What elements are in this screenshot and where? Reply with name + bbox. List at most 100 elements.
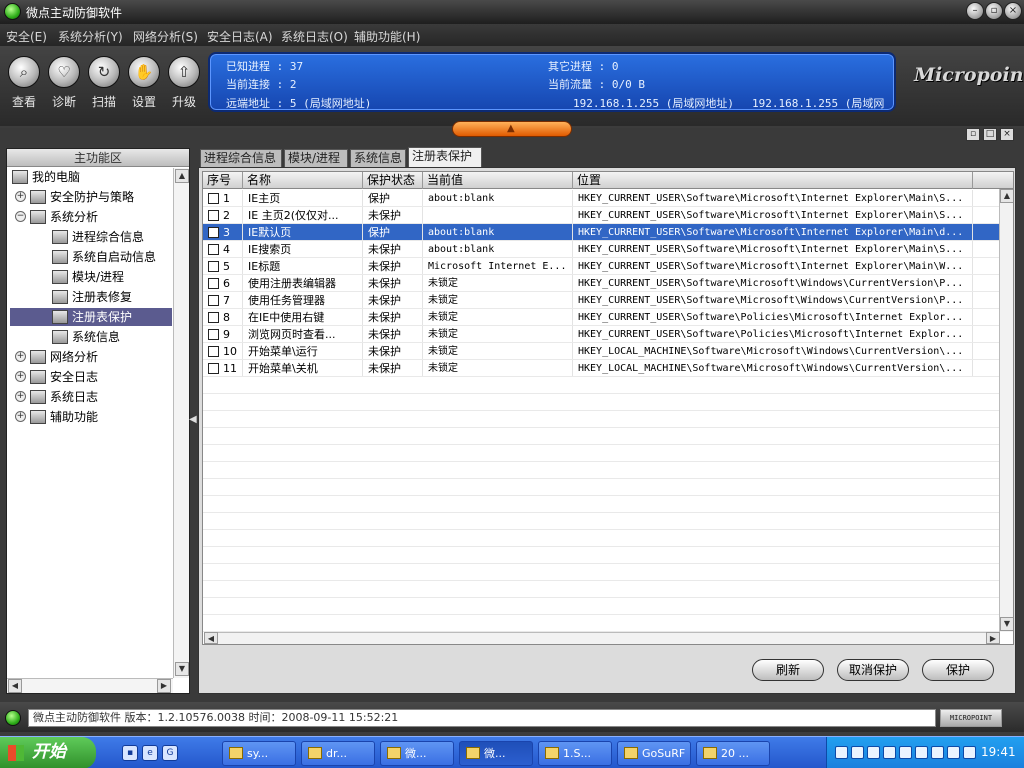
- panel-restore-button[interactable]: ▫: [966, 128, 980, 141]
- maximize-button[interactable]: ▫: [985, 2, 1003, 20]
- tree-item-system-info[interactable]: 系统信息: [10, 328, 172, 346]
- row-checkbox[interactable]: [208, 346, 219, 357]
- scroll-down-arrow-icon[interactable]: ▼: [1000, 617, 1013, 631]
- table-vertical-scrollbar[interactable]: ▲ ▼: [999, 189, 1013, 632]
- scan-tool[interactable]: ↻ 扫描: [85, 56, 123, 110]
- panel-close-button[interactable]: ×: [1000, 128, 1014, 141]
- scroll-up-arrow-icon[interactable]: ▲: [1000, 189, 1013, 203]
- taskbar-task[interactable]: 20 ...: [696, 741, 770, 766]
- collapse-toolbar-handle[interactable]: ▲: [452, 121, 572, 137]
- table-row[interactable]: 1 IE主页 保护 about:blank HKEY_CURRENT_USER\Soft…: [203, 190, 999, 207]
- settings-tool[interactable]: ✋ 设置: [125, 56, 163, 110]
- table-row[interactable]: 10 开始菜单\运行 未保护 未锁定 HKEY_LOCAL_MACHINE\Softwa…: [203, 343, 999, 360]
- expand-icon[interactable]: +: [15, 191, 26, 202]
- menu-network-analysis[interactable]: 网络分析(S): [133, 28, 198, 45]
- tree-item-registry-protect[interactable]: 注册表保护: [10, 308, 172, 326]
- expand-icon[interactable]: +: [15, 351, 26, 362]
- taskbar-task[interactable]: GoSuRF: [617, 741, 691, 766]
- scroll-up-arrow-icon[interactable]: ▲: [175, 169, 189, 183]
- splitter-collapse-icon[interactable]: ◀: [189, 414, 197, 425]
- expand-icon[interactable]: +: [15, 391, 26, 402]
- start-button[interactable]: 开始: [0, 737, 96, 768]
- tab-registry-protect[interactable]: 注册表保护: [408, 147, 482, 167]
- row-checkbox[interactable]: [208, 295, 219, 306]
- row-checkbox[interactable]: [208, 312, 219, 323]
- row-checkbox[interactable]: [208, 278, 219, 289]
- taskbar-task[interactable]: 微...: [380, 741, 454, 766]
- tree-item-system-analysis[interactable]: − 系统分析: [10, 208, 172, 226]
- table-row[interactable]: 9 浏览网页时查看... 未保护 未锁定 HKEY_CURRENT_USER\Softw…: [203, 326, 999, 343]
- table-row[interactable]: 4 IE搜索页 未保护 about:blank HKEY_CURRENT_USER\So…: [203, 241, 999, 258]
- tree-vertical-scrollbar[interactable]: ▲ ▼: [173, 168, 189, 678]
- protect-button[interactable]: 保护: [922, 659, 994, 681]
- tab-system-info[interactable]: 系统信息: [350, 149, 406, 167]
- tree-item-aux-functions[interactable]: + 辅助功能: [10, 408, 172, 426]
- scroll-left-arrow-icon[interactable]: ◀: [8, 679, 22, 693]
- tray-icon[interactable]: [851, 746, 864, 759]
- refresh-button[interactable]: 刷新: [752, 659, 824, 681]
- tray-icon[interactable]: [931, 746, 944, 759]
- menu-security[interactable]: 安全(E): [6, 28, 47, 45]
- tray-icon[interactable]: [883, 746, 896, 759]
- panel-maximize-button[interactable]: □: [983, 128, 997, 141]
- table-row[interactable]: 8 在IE中使用右键 未保护 未锁定 HKEY_CURRENT_USER\Softwar…: [203, 309, 999, 326]
- tree-item-security-policy[interactable]: + 安全防护与策略: [10, 188, 172, 206]
- quicklaunch-icon[interactable]: G: [162, 745, 178, 761]
- row-checkbox[interactable]: [208, 261, 219, 272]
- row-checkbox[interactable]: [208, 227, 219, 238]
- row-checkbox[interactable]: [208, 193, 219, 204]
- tree-item-startup-info[interactable]: 系统自启动信息: [10, 248, 172, 266]
- tree-item-system-log[interactable]: + 系统日志: [10, 388, 172, 406]
- row-checkbox[interactable]: [208, 244, 219, 255]
- unprotect-button[interactable]: 取消保护: [837, 659, 909, 681]
- row-checkbox[interactable]: [208, 210, 219, 221]
- scroll-left-arrow-icon[interactable]: ◀: [204, 632, 218, 644]
- tray-icon[interactable]: [947, 746, 960, 759]
- close-button[interactable]: ×: [1004, 2, 1022, 20]
- menu-security-log[interactable]: 安全日志(A): [207, 28, 273, 45]
- taskbar-task[interactable]: 微...: [459, 741, 533, 766]
- taskbar-task[interactable]: 1.S...: [538, 741, 612, 766]
- menu-system-analysis[interactable]: 系统分析(Y): [58, 28, 123, 45]
- scroll-right-arrow-icon[interactable]: ▶: [986, 632, 1000, 644]
- tree-horizontal-scrollbar[interactable]: ◀ ▶: [7, 678, 173, 693]
- diagnose-tool[interactable]: ♡ 诊断: [45, 56, 83, 110]
- table-row[interactable]: 2 IE 主页2(仅仅对... 未保护 HKEY_CURRENT_USER\Softw…: [203, 207, 999, 224]
- tray-icon[interactable]: [867, 746, 880, 759]
- menu-system-log[interactable]: 系统日志(O): [281, 28, 348, 45]
- taskbar-task[interactable]: sy...: [222, 741, 296, 766]
- table-row[interactable]: 5 IE标题 未保护 Microsoft Internet E... HKEY_CURR…: [203, 258, 999, 275]
- tab-process-info[interactable]: 进程综合信息: [200, 149, 282, 167]
- expand-icon[interactable]: +: [15, 371, 26, 382]
- table-row[interactable]: 6 使用注册表编辑器 未保护 未锁定 HKEY_CURRENT_USER\Softwar…: [203, 275, 999, 292]
- collapse-icon[interactable]: −: [15, 211, 26, 222]
- expand-icon[interactable]: +: [15, 411, 26, 422]
- tray-icon[interactable]: [835, 746, 848, 759]
- col-header-index[interactable]: 序号: [203, 172, 243, 189]
- tree-item-registry-repair[interactable]: 注册表修复: [10, 288, 172, 306]
- tray-icon[interactable]: [963, 746, 976, 759]
- col-header-status[interactable]: 保护状态: [363, 172, 423, 189]
- table-horizontal-scrollbar[interactable]: ◀ ▶: [204, 632, 1000, 644]
- tree-item-security-log[interactable]: + 安全日志: [10, 368, 172, 386]
- col-header-value[interactable]: 当前值: [423, 172, 573, 189]
- upgrade-tool[interactable]: ⇧ 升级: [165, 56, 203, 110]
- table-row[interactable]: 3 IE默认页 保护 about:blank HKEY_CURRENT_USER\Sof…: [203, 224, 999, 241]
- quicklaunch-icon[interactable]: ▪: [122, 745, 138, 761]
- tree-item-network-analysis[interactable]: + 网络分析: [10, 348, 172, 366]
- row-checkbox[interactable]: [208, 329, 219, 340]
- tray-icon[interactable]: [915, 746, 928, 759]
- tree-item-modules[interactable]: 模块/进程: [10, 268, 172, 286]
- menu-aux-functions[interactable]: 辅助功能(H): [354, 28, 420, 45]
- col-header-location[interactable]: 位置: [573, 172, 973, 189]
- view-tool[interactable]: ⌕ 查看: [5, 56, 43, 110]
- tab-modules[interactable]: 模块/进程: [284, 149, 348, 167]
- tree-item-my-computer[interactable]: 我的电脑: [10, 168, 172, 186]
- quicklaunch-icon[interactable]: e: [142, 745, 158, 761]
- col-header-name[interactable]: 名称: [243, 172, 363, 189]
- row-checkbox[interactable]: [208, 363, 219, 374]
- minimize-button[interactable]: –: [966, 2, 984, 20]
- taskbar-task[interactable]: dr...: [301, 741, 375, 766]
- tray-icon[interactable]: [899, 746, 912, 759]
- table-row[interactable]: 11 开始菜单\关机 未保护 未锁定 HKEY_LOCAL_MACHINE\Softwa…: [203, 360, 999, 377]
